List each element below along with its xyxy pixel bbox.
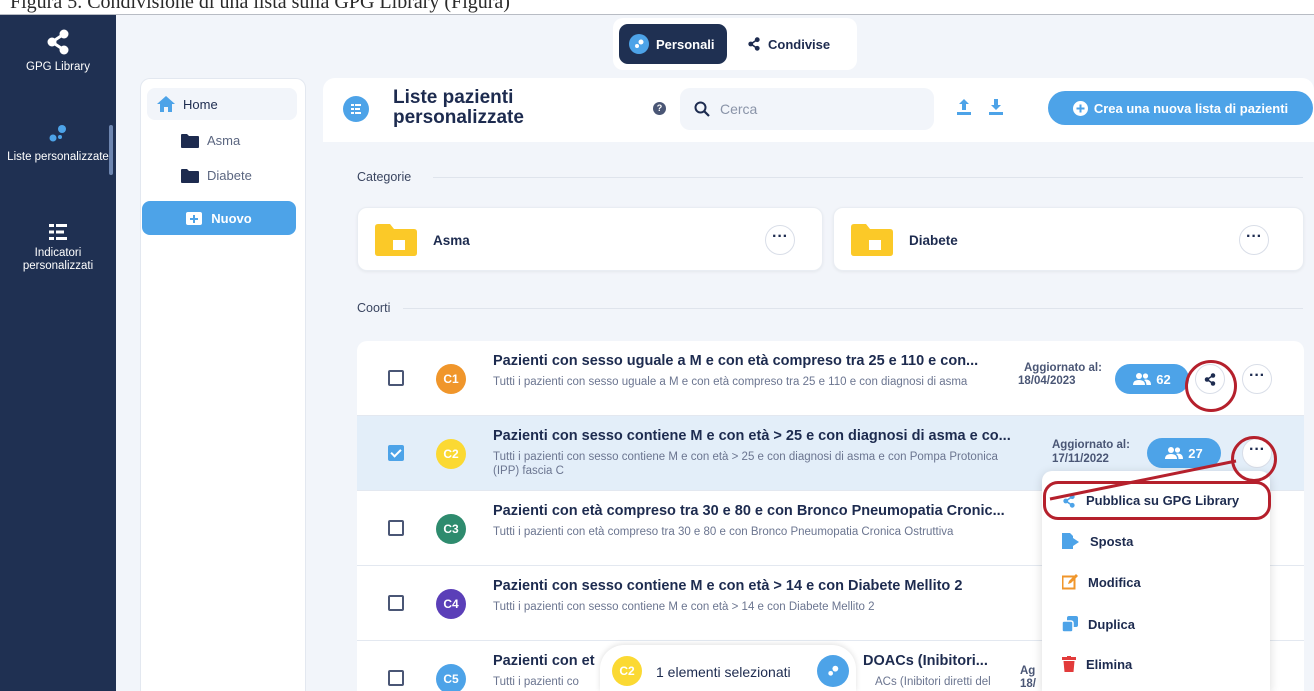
nav-rail: GPG Library Liste personalizzate Indicat… bbox=[0, 15, 116, 691]
more-options-button[interactable]: ··· bbox=[1239, 225, 1269, 255]
cohort-badge: C4 bbox=[436, 589, 466, 619]
row-title[interactable]: Pazienti con sesso uguale a M e con età … bbox=[493, 353, 1013, 369]
updated-label: Ag bbox=[1020, 665, 1036, 677]
category-card-asma[interactable]: Asma ··· bbox=[357, 207, 823, 271]
selected-badge: C2 bbox=[612, 656, 642, 686]
users-icon bbox=[1133, 373, 1152, 385]
menu-item-elimina[interactable]: Elimina bbox=[1062, 656, 1132, 672]
molecule-icon bbox=[828, 665, 839, 676]
tree-item-home[interactable]: Home bbox=[147, 88, 297, 120]
molecule-icon bbox=[629, 34, 649, 54]
help-icon[interactable]: ? bbox=[653, 102, 666, 115]
patients-count-button[interactable]: 62 bbox=[1115, 364, 1189, 394]
cohort-badge: C3 bbox=[436, 514, 466, 544]
section-categories: Categorie bbox=[357, 170, 412, 184]
menu-item-modifica[interactable]: Modifica bbox=[1062, 574, 1141, 590]
create-list-button[interactable]: Crea una nuova lista di pazienti bbox=[1048, 91, 1313, 125]
divider bbox=[433, 177, 1303, 178]
rail-label: Liste personalizzate bbox=[7, 151, 109, 163]
row-title[interactable]: Pazienti con sesso contiene M e con età … bbox=[493, 578, 1053, 594]
tab-personali[interactable]: Personali bbox=[619, 24, 727, 64]
divider bbox=[403, 308, 1303, 309]
folder-icon bbox=[851, 224, 893, 256]
edit-icon bbox=[1062, 574, 1078, 590]
panel-header: Liste pazienti personalizzate ? Crea una… bbox=[323, 78, 1314, 142]
move-file-icon bbox=[1062, 533, 1079, 549]
folder-icon bbox=[181, 168, 199, 183]
list-icon bbox=[343, 96, 369, 122]
menu-item-sposta[interactable]: Sposta bbox=[1062, 533, 1133, 549]
copy-icon bbox=[1062, 616, 1078, 632]
selection-action-button[interactable] bbox=[817, 655, 849, 687]
figure-caption: Figura 5. Condivisione di una lista sull… bbox=[10, 0, 510, 13]
updated-date: 18/04/2023 bbox=[1018, 375, 1076, 387]
rail-item-gpg-library[interactable]: GPG Library bbox=[0, 29, 116, 74]
row-checkbox[interactable] bbox=[388, 445, 404, 461]
rail-label: GPG Library bbox=[26, 61, 90, 73]
menu-item-duplica[interactable]: Duplica bbox=[1062, 616, 1135, 632]
tree-item-diabete[interactable]: Diabete bbox=[181, 168, 252, 183]
row-title-start[interactable]: Pazienti con et bbox=[493, 653, 595, 669]
more-options-button[interactable]: ··· bbox=[765, 225, 795, 255]
cohort-badge: C2 bbox=[436, 439, 466, 469]
row-checkbox[interactable] bbox=[388, 370, 404, 386]
list-icon bbox=[49, 224, 67, 240]
rail-label: Indicatori personalizzati bbox=[22, 247, 94, 272]
search-box[interactable] bbox=[680, 88, 934, 130]
page-title: Liste pazienti personalizzate bbox=[393, 87, 524, 128]
download-icon[interactable] bbox=[989, 98, 1003, 116]
share-icon bbox=[748, 37, 760, 51]
row-subtitle: Tutti i pazienti con età compreso tra 30… bbox=[493, 526, 954, 538]
add-icon bbox=[1072, 100, 1088, 116]
folder-icon bbox=[181, 133, 199, 148]
app-window: GPG Library Liste personalizzate Indicat… bbox=[0, 14, 1314, 691]
cohort-badge: C5 bbox=[436, 664, 466, 691]
tree-item-asma[interactable]: Asma bbox=[181, 133, 240, 148]
selection-bar: C2 1 elementi selezionati bbox=[600, 645, 856, 691]
folder-tree: Home Asma Diabete Nuovo bbox=[140, 78, 306, 691]
scope-toggle: Personali Condivise bbox=[613, 18, 857, 70]
category-card-diabete[interactable]: Diabete ··· bbox=[833, 207, 1304, 271]
annotation-pointer bbox=[1049, 459, 1237, 501]
rail-item-liste-personalizzate[interactable]: Liste personalizzate bbox=[0, 123, 116, 164]
row-subtitle: Tutti i pazienti con sesso uguale a M e … bbox=[493, 376, 968, 388]
row-subtitle: Tutti i pazienti con sesso contiene M e … bbox=[493, 601, 875, 613]
row-title-end[interactable]: DOACs (Inibitori... bbox=[863, 653, 988, 669]
row-checkbox[interactable] bbox=[388, 595, 404, 611]
trash-icon bbox=[1062, 656, 1076, 672]
add-folder-icon bbox=[186, 211, 203, 225]
new-folder-button[interactable]: Nuovo bbox=[142, 201, 296, 235]
folder-icon bbox=[375, 224, 417, 256]
tab-condivise[interactable]: Condivise bbox=[737, 24, 849, 64]
active-indicator bbox=[109, 125, 113, 175]
upload-icon[interactable] bbox=[957, 98, 971, 116]
row-title[interactable]: Pazienti con sesso contiene M e con età … bbox=[493, 428, 1043, 444]
updated-label: Aggiornato al: bbox=[1052, 439, 1130, 451]
search-icon bbox=[694, 101, 710, 117]
share-icon bbox=[47, 29, 69, 55]
updated-date: 18/ bbox=[1020, 678, 1036, 690]
row-checkbox[interactable] bbox=[388, 670, 404, 686]
highlight-share-button bbox=[1185, 360, 1237, 412]
row-subtitle-start: Tutti i pazienti co bbox=[493, 676, 579, 688]
row-checkbox[interactable] bbox=[388, 520, 404, 536]
table-row[interactable]: C1 Pazienti con sesso uguale a M e con e… bbox=[357, 341, 1304, 416]
section-cohorts: Coorti bbox=[357, 301, 391, 315]
row-subtitle-end: ACs (Inibitori diretti del bbox=[875, 676, 991, 688]
molecule-icon bbox=[49, 125, 66, 142]
rail-item-indicatori[interactable]: Indicatori personalizzati bbox=[0, 223, 116, 273]
row-subtitle: Tutti i pazienti con sesso contiene M e … bbox=[493, 451, 998, 477]
home-icon bbox=[157, 96, 175, 112]
more-options-button[interactable]: ··· bbox=[1242, 364, 1272, 394]
selection-count: 1 elementi selezionati bbox=[656, 664, 791, 680]
cohort-badge: C1 bbox=[436, 364, 466, 394]
updated-label: Aggiornato al: bbox=[1024, 362, 1102, 374]
row-title[interactable]: Pazienti con età compreso tra 30 e 80 e … bbox=[493, 503, 1023, 519]
search-input[interactable] bbox=[720, 101, 910, 117]
